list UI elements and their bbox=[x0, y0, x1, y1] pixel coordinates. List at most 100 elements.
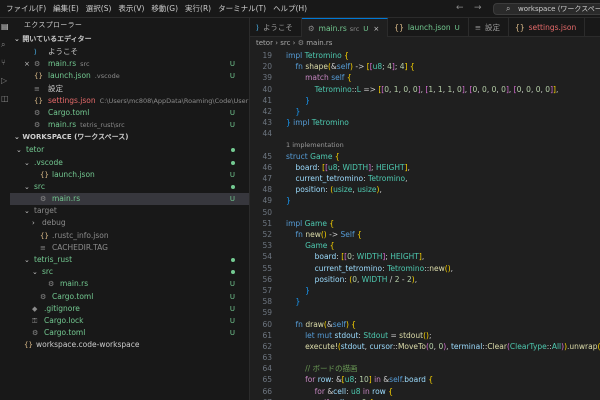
tree-item-label: tetor bbox=[26, 145, 45, 155]
open-editors-header[interactable]: ⌄ 開いているエディター bbox=[10, 33, 249, 46]
rust-icon: ⚙ bbox=[34, 60, 41, 69]
json-icon: {} bbox=[394, 23, 404, 32]
tree-item-label: CACHEDIR.TAG bbox=[52, 242, 108, 252]
code-line: 50 bbox=[250, 207, 600, 218]
line-number: 63 bbox=[262, 353, 272, 363]
chevron-down-icon: ⌄ bbox=[24, 256, 30, 264]
back-arrow-icon[interactable]: ← bbox=[456, 3, 464, 13]
code-text: current_tetromino: Tetromino::new(), bbox=[314, 263, 454, 273]
tab-label: settings.json bbox=[528, 23, 577, 32]
tree-item[interactable]: ≡ CACHEDIR.TAG bbox=[10, 242, 249, 254]
menu-selection[interactable]: 選択(S) bbox=[86, 3, 112, 14]
menu-edit[interactable]: 編集(E) bbox=[53, 3, 79, 14]
command-center-search[interactable]: ⌕ workspace (ワークスペース) bbox=[493, 3, 600, 15]
open-editor-item[interactable]: × ⚙ main.rs src U bbox=[10, 58, 249, 70]
menu-run[interactable]: 実行(R) bbox=[185, 3, 211, 14]
open-editor-item[interactable]: ⚙ main.rs tetris_rust\src U bbox=[10, 119, 249, 131]
chevron-down-icon: ⌄ bbox=[24, 207, 30, 216]
tree-item[interactable]: {} workspace.code-workspace bbox=[10, 339, 249, 351]
breadcrumb-item[interactable]: main.rs bbox=[306, 39, 332, 47]
file-name: main.rs bbox=[48, 120, 77, 130]
run-debug-icon[interactable]: ▷ bbox=[1, 76, 9, 86]
menu-file[interactable]: ファイル(F) bbox=[6, 3, 46, 14]
gear-icon: ⚙ bbox=[40, 292, 47, 301]
tree-item-label: main.rs bbox=[60, 279, 89, 289]
breadcrumb-item[interactable]: src bbox=[280, 39, 290, 47]
tree-item[interactable]: ◆ .gitignore U bbox=[10, 303, 249, 315]
line-number: 56 bbox=[262, 274, 272, 284]
untracked-dot bbox=[231, 270, 235, 275]
tree-item[interactable]: ⌄ tetris_rust bbox=[10, 254, 249, 266]
tree-item[interactable]: ⌄ src bbox=[10, 266, 249, 278]
tree-item-label: debug bbox=[42, 218, 66, 228]
line-number: 59 bbox=[262, 308, 272, 318]
explorer-icon[interactable]: ▤ bbox=[1, 22, 9, 32]
tab--[interactable]: ⟩ ようこそ bbox=[250, 18, 302, 37]
line-number: 49 bbox=[262, 196, 272, 206]
source-control-icon[interactable]: ⑂ bbox=[1, 58, 9, 68]
tree-item[interactable]: ⚙ main.rs U bbox=[10, 278, 249, 290]
tree-item[interactable]: ⚿ Cargo.lock U bbox=[10, 315, 249, 327]
breadcrumb-item[interactable]: tetor bbox=[256, 39, 273, 47]
tree-item[interactable]: ⌄ target bbox=[10, 205, 249, 217]
open-editor-item[interactable]: {} launch.json .vscode U bbox=[10, 70, 249, 82]
tree-item[interactable]: ⌄ src bbox=[10, 181, 249, 193]
line-number: 46 bbox=[262, 162, 272, 172]
tree-item[interactable]: ⌄ tetor bbox=[10, 144, 249, 156]
tree-item-label: target bbox=[34, 206, 57, 216]
line-number: 44 bbox=[262, 129, 272, 139]
file-name: Cargo.toml bbox=[48, 107, 90, 117]
menu-bar: ファイル(F) 編集(E) 選択(S) 表示(V) 移動(G) 実行(R) ター… bbox=[0, 3, 307, 14]
code-view[interactable]: 19 impl Tetromino {20 fn shape(&self) -> … bbox=[250, 50, 600, 400]
file-name: main.rs bbox=[48, 59, 77, 69]
extensions-icon[interactable]: ◫ bbox=[1, 94, 9, 104]
status-badge: U bbox=[229, 304, 235, 313]
menu-go[interactable]: 移動(G) bbox=[151, 3, 178, 14]
chevron-down-icon: ⌄ bbox=[32, 268, 38, 277]
tree-item-label: Cargo.toml bbox=[52, 291, 94, 301]
code-line: 53 Game { bbox=[250, 240, 600, 251]
line-number: 48 bbox=[262, 185, 272, 195]
code-text: } bbox=[295, 106, 301, 116]
menu-terminal[interactable]: ターミナル(T) bbox=[218, 3, 266, 14]
menu-help[interactable]: ヘルプ(H) bbox=[273, 3, 307, 14]
search-view-icon[interactable]: ⌕ bbox=[1, 40, 9, 50]
close-icon[interactable]: × bbox=[373, 25, 379, 33]
code-line: 60 fn draw(&self) { bbox=[250, 319, 600, 330]
status-badge: U bbox=[229, 329, 235, 338]
file-name: settings.json bbox=[48, 95, 96, 105]
open-editor-item[interactable]: ⚙ Cargo.toml U bbox=[10, 107, 249, 119]
untracked-dot bbox=[231, 148, 235, 153]
tab-main-rs[interactable]: ⚙ main.rs src U × bbox=[301, 18, 389, 37]
file-name: ようこそ bbox=[48, 47, 78, 56]
code-text: fn new() -> Self { bbox=[295, 230, 362, 239]
menu-view[interactable]: 表示(V) bbox=[118, 3, 144, 14]
open-editor-item[interactable]: ⟩ ようこそ bbox=[10, 46, 249, 58]
code-text: // ボードの描画 bbox=[286, 364, 358, 374]
untracked-dot bbox=[231, 258, 235, 262]
tree-item[interactable]: ⌄ .vscode bbox=[10, 157, 249, 169]
tree-item[interactable]: ⚙ Cargo.toml U bbox=[10, 291, 249, 303]
tree-item[interactable]: › debug bbox=[10, 217, 249, 229]
tree-item[interactable]: ⚙ main.rs U bbox=[10, 193, 249, 206]
workspace-header[interactable]: ⌄ WORKSPACE (ワークスペース) bbox=[10, 131, 249, 144]
tree-item[interactable]: {} .rustc_info.json bbox=[10, 230, 249, 242]
rust-icon: ⚙ bbox=[40, 195, 47, 204]
open-editor-item[interactable]: {} settings.json C:\Users\mc808\AppData\Ro… bbox=[10, 95, 249, 107]
forward-arrow-icon[interactable]: → bbox=[474, 3, 482, 13]
tree-item[interactable]: {} launch.json U bbox=[10, 169, 249, 181]
tree-item-label: tetris_rust bbox=[34, 255, 73, 264]
open-editor-item[interactable]: ≡ 設定 bbox=[10, 83, 249, 95]
code-line: 63 bbox=[250, 352, 600, 363]
code-line: 45 struct Game { bbox=[250, 151, 600, 162]
settings-icon: ≡ bbox=[34, 84, 40, 93]
tab-status: U bbox=[454, 24, 460, 32]
tree-item[interactable]: ⚙ Cargo.toml U bbox=[10, 327, 249, 339]
tree-item-label: .gitignore bbox=[44, 303, 80, 313]
tab-launch-json[interactable]: {} launch.json U bbox=[388, 18, 469, 37]
line-number: 47 bbox=[262, 174, 272, 184]
tab-settings-json[interactable]: {} settings.json bbox=[509, 18, 586, 37]
close-icon[interactable]: × bbox=[24, 58, 30, 70]
tree-item-label: src bbox=[42, 267, 53, 277]
tab--[interactable]: ≡ 設定 bbox=[469, 18, 510, 37]
